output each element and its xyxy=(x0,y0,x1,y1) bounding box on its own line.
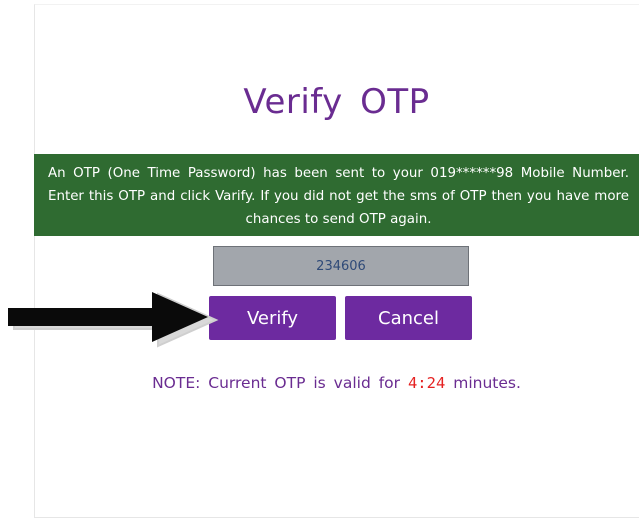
page-title: Verify OTP xyxy=(243,82,430,122)
note-suffix: minutes. xyxy=(445,374,521,392)
otp-page: Verify OTP An OTP (One Time Password) ha… xyxy=(0,0,639,521)
otp-input[interactable] xyxy=(213,246,469,286)
cancel-button[interactable]: Cancel xyxy=(345,296,472,340)
note-prefix: NOTE: Current OTP is valid for xyxy=(152,374,408,392)
verify-button[interactable]: Verify xyxy=(209,296,336,340)
otp-validity-note: NOTE: Current OTP is valid for 4:24 minu… xyxy=(34,374,639,392)
otp-info-banner: An OTP (One Time Password) has been sent… xyxy=(34,154,639,236)
right-arrow-icon xyxy=(8,292,219,348)
otp-countdown-timer: 4:24 xyxy=(407,374,446,392)
